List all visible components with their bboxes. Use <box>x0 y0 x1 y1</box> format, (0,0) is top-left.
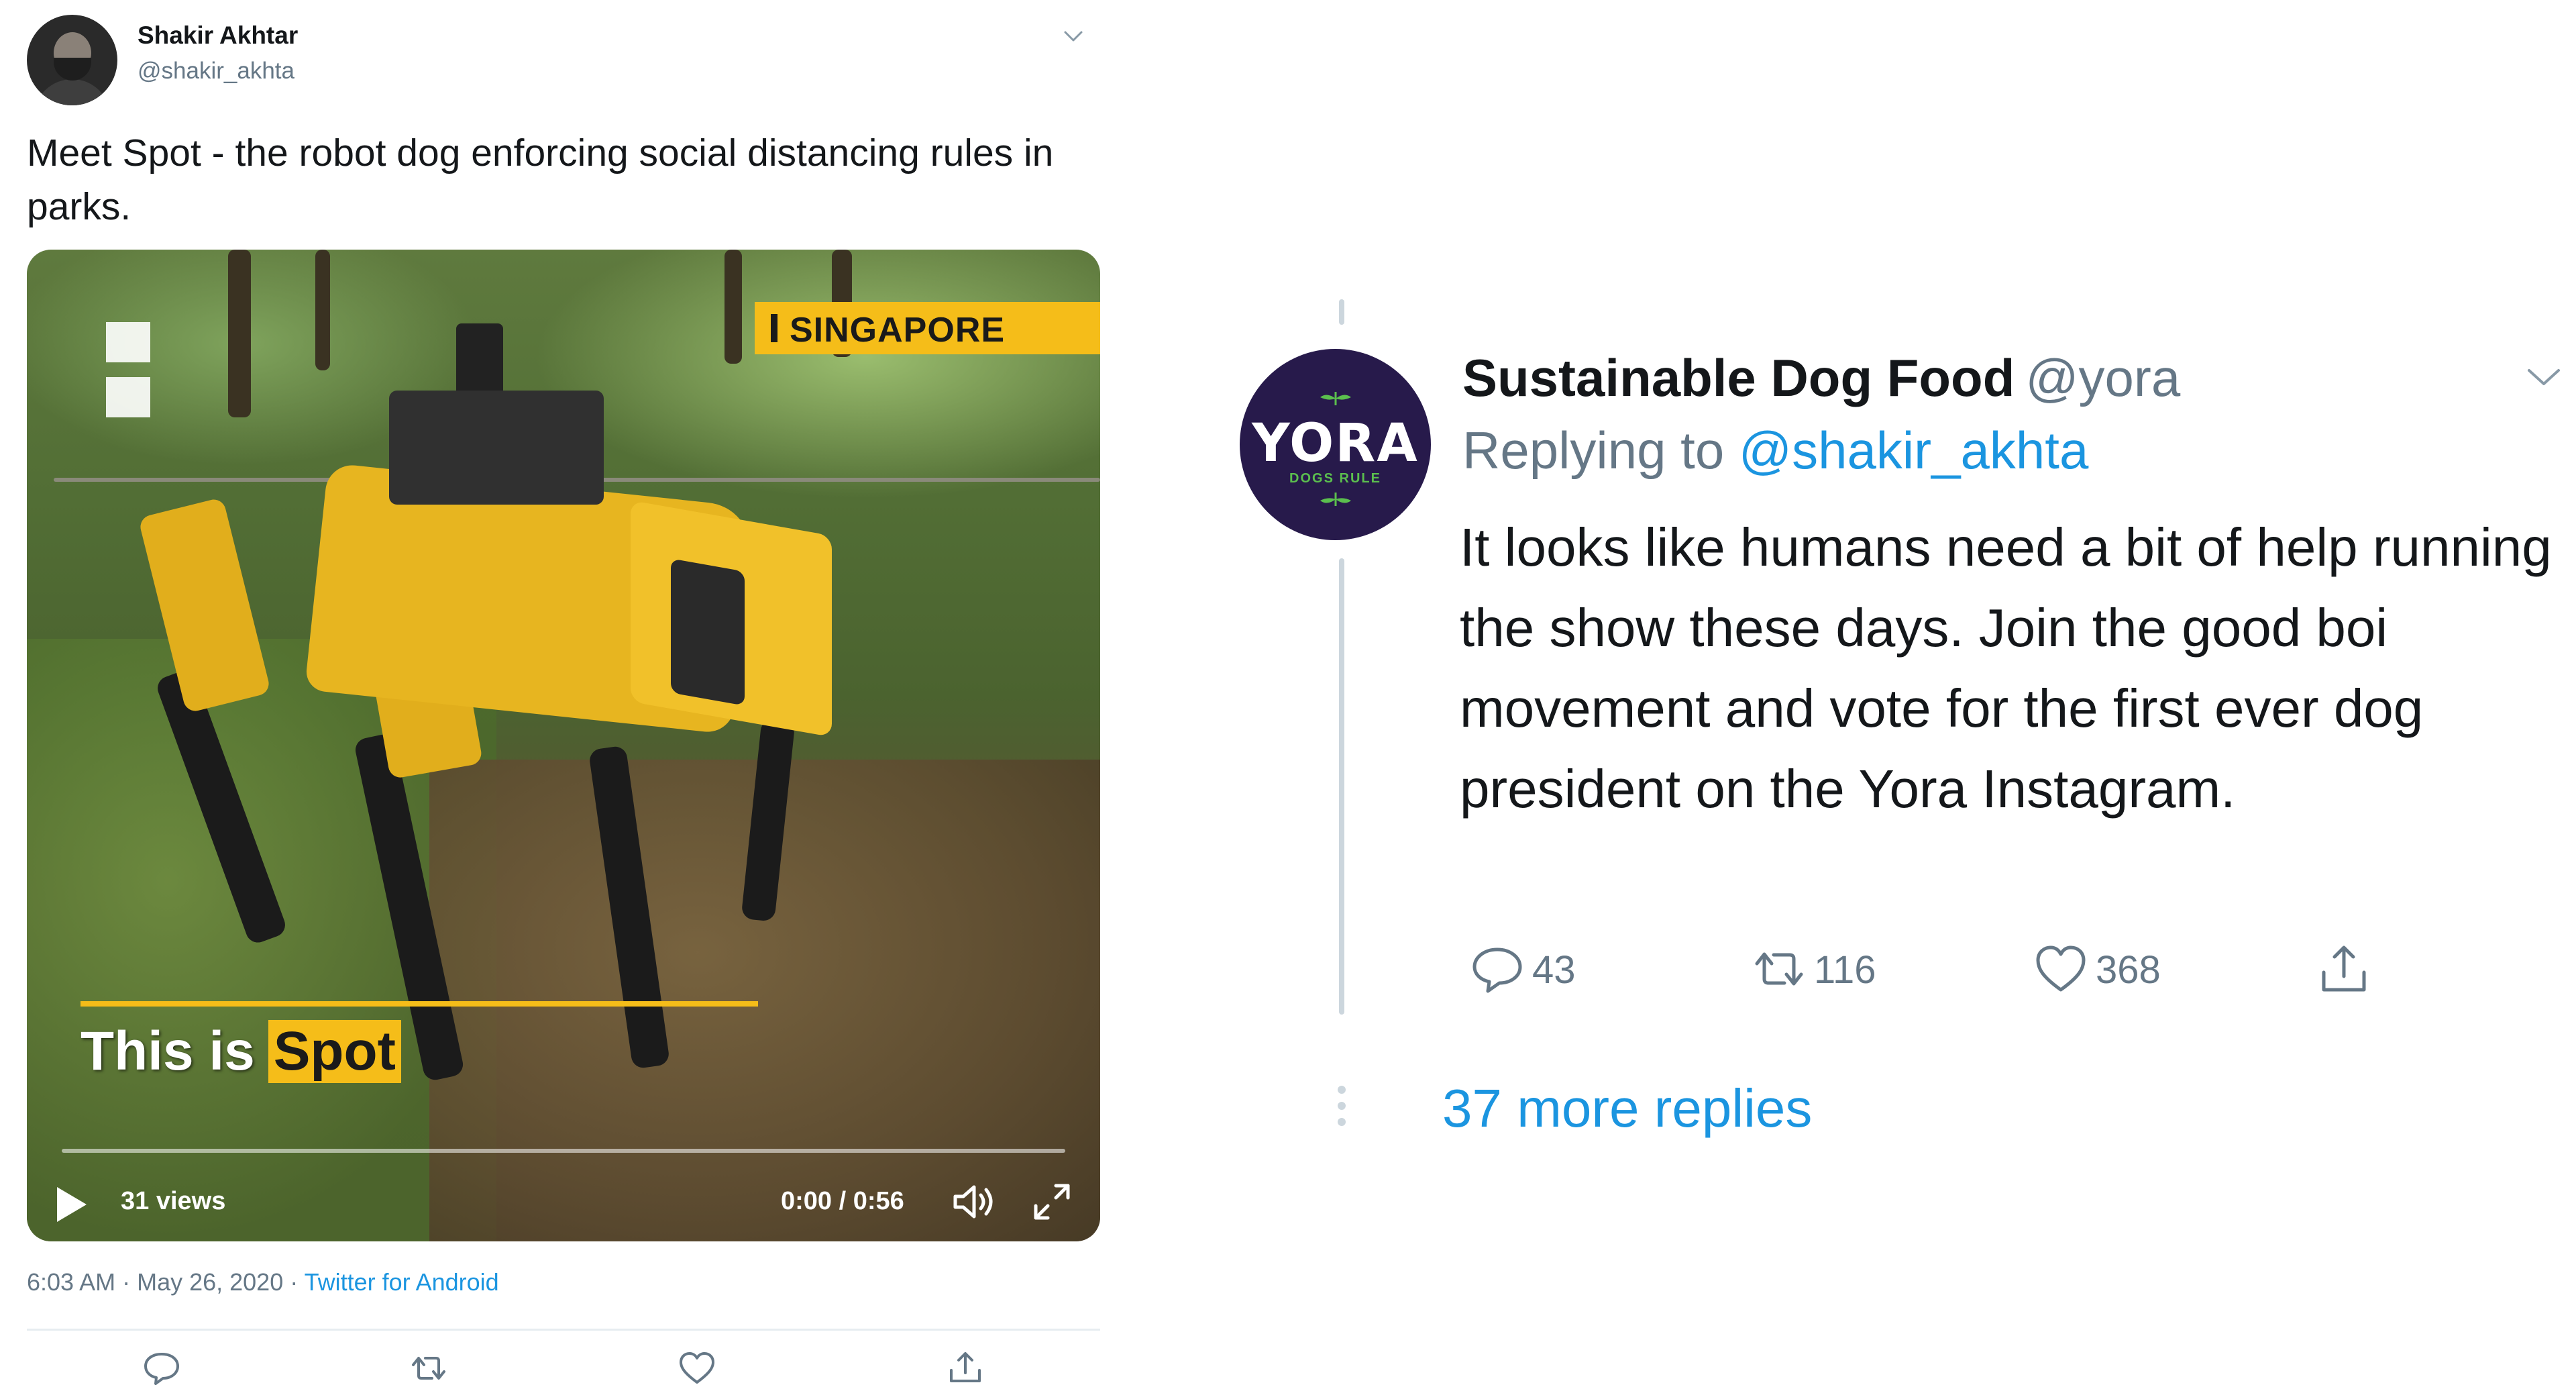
author-avatar[interactable] <box>27 15 117 105</box>
replying-to: Replying to @shakir_akhta <box>1462 420 2088 481</box>
video-views: 31 views <box>121 1187 226 1215</box>
tweet-text: Meet Spot - the robot dog enforcing soci… <box>27 132 1054 228</box>
reply-author-name[interactable]: Sustainable Dog Food <box>1462 348 2015 407</box>
chevron-down-icon[interactable] <box>2524 362 2564 392</box>
thread-line <box>1339 558 1344 1015</box>
video-player[interactable]: SINGAPORE This is Spot 31 views 0:00 / 0… <box>27 250 1100 1241</box>
share-button[interactable] <box>2316 936 2372 1003</box>
reply-avatar[interactable]: YORA DOGS RULE <box>1240 349 1431 540</box>
yora-tagline: DOGS RULE <box>1289 471 1381 486</box>
video-caption: This is Spot <box>80 1018 401 1085</box>
reply-author-handle[interactable]: @yora <box>2025 348 2180 407</box>
reply-icon[interactable] <box>142 1350 181 1386</box>
share-icon <box>2322 945 2366 992</box>
like-button[interactable]: 368 <box>2033 936 2161 1003</box>
reply-author: Sustainable Dog Food @yora <box>1462 348 2180 409</box>
caption-prefix: This is <box>80 1021 255 1082</box>
leaf-icon <box>1320 493 1351 506</box>
video-progress-bar[interactable] <box>62 1149 1065 1153</box>
thread-line <box>1339 299 1344 325</box>
yora-logo-text: YORA <box>1252 413 1419 474</box>
reply-text: It looks like humans need a bit of help … <box>1460 517 2552 819</box>
leaf-icon <box>1320 392 1351 405</box>
tweet-source[interactable]: Twitter for Android <box>305 1268 499 1296</box>
tweet-meta: 6:03 AM · May 26, 2020 · Twitter for And… <box>27 1268 499 1296</box>
reply-actions: 43 116 368 <box>1469 936 2408 1003</box>
reply-icon <box>1472 947 1522 993</box>
replying-to-label: Replying to <box>1462 421 1725 480</box>
chevron-down-icon[interactable] <box>1060 27 1087 47</box>
more-replies-link[interactable]: 37 more replies <box>1442 1078 1812 1139</box>
location-tag-text: SINGAPORE <box>790 311 1006 350</box>
retweet-button[interactable]: 116 <box>1751 936 1876 1003</box>
location-tag: SINGAPORE <box>755 302 1100 354</box>
fullscreen-icon[interactable] <box>1030 1180 1073 1223</box>
video-time: 0:00 / 0:56 <box>781 1187 904 1215</box>
play-icon[interactable] <box>57 1187 87 1222</box>
original-tweet: Shakir Akhtar @shakir_akhta Meet Spot - … <box>0 0 1114 1387</box>
author-handle[interactable]: @shakir_akhta <box>138 58 294 85</box>
retweet-icon[interactable] <box>409 1350 448 1386</box>
volume-icon[interactable] <box>951 1180 1000 1223</box>
like-count: 368 <box>2096 947 2161 992</box>
retweet-count: 116 <box>1814 947 1876 992</box>
like-icon <box>2036 945 2086 992</box>
tweet-timestamp[interactable]: 6:03 AM · May 26, 2020 · <box>27 1268 305 1296</box>
caption-highlight: Spot <box>268 1020 401 1083</box>
more-replies-dots <box>1335 1086 1348 1129</box>
video-controls: 31 views 0:00 / 0:56 <box>27 1172 1100 1233</box>
divider <box>27 1329 1100 1331</box>
tweet-actions <box>27 1350 1100 1386</box>
like-icon[interactable] <box>678 1350 716 1386</box>
share-icon[interactable] <box>946 1350 985 1386</box>
author-name[interactable]: Shakir Akhtar <box>138 21 298 50</box>
reply-count: 43 <box>1532 947 1576 992</box>
reply-button[interactable]: 43 <box>1469 936 1576 1003</box>
retweet-icon <box>1755 952 1803 986</box>
replying-to-mention[interactable]: @shakir_akhta <box>1739 421 2088 480</box>
